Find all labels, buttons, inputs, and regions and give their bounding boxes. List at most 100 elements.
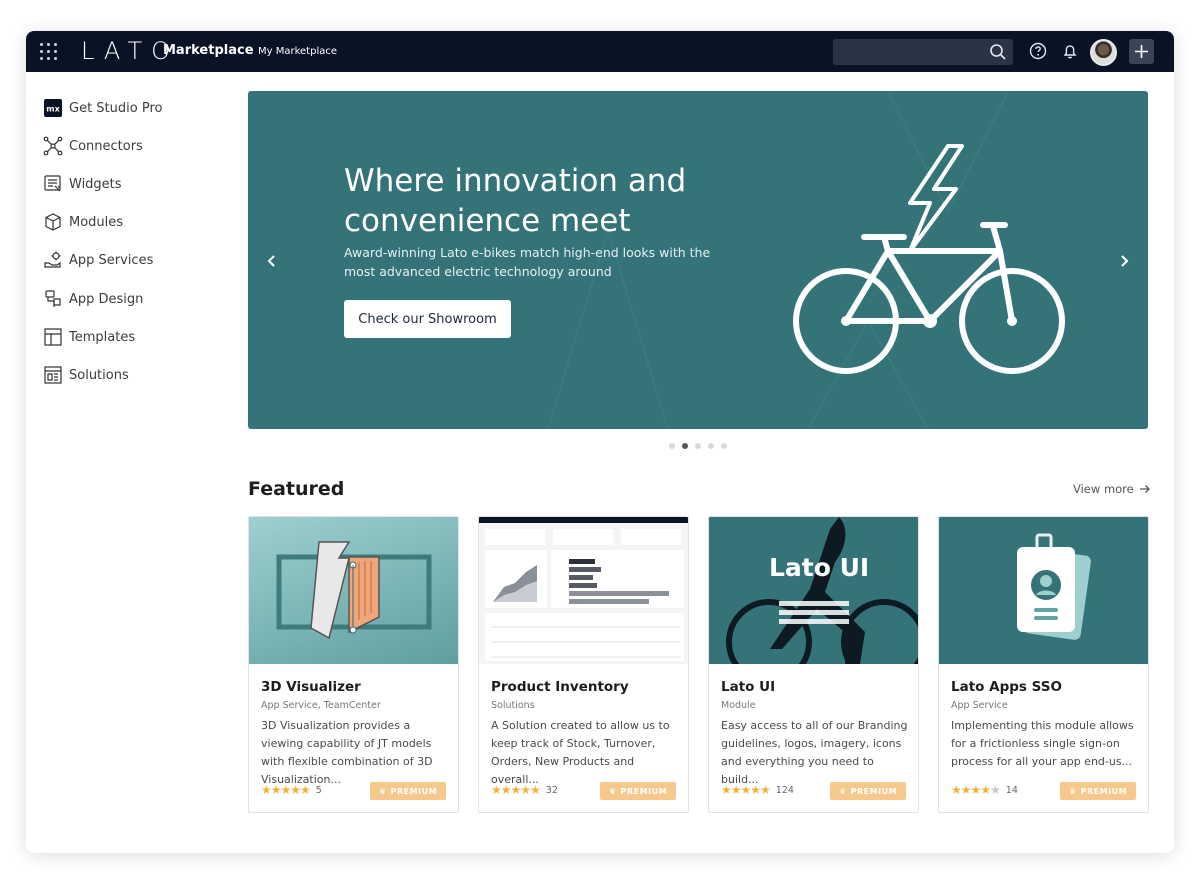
card-title: Lato Apps SSO <box>951 679 1062 695</box>
card-category: App Service <box>951 700 1008 711</box>
widgets-icon <box>42 173 64 195</box>
search-icon[interactable] <box>989 43 1007 61</box>
sidebar-item-modules[interactable]: Modules <box>42 209 123 235</box>
carousel-prev-button[interactable] <box>262 251 282 271</box>
star-icon: ★★★★★ <box>491 783 541 797</box>
carousel-next-button[interactable] <box>1114 251 1134 271</box>
featured-heading: Featured <box>248 478 345 500</box>
hero-subtitle: Award-winning Lato e-bikes match high-en… <box>344 245 711 279</box>
card-rating: ★★★★★ 124 <box>721 783 794 797</box>
connectors-icon <box>42 135 64 157</box>
app-design-icon <box>42 288 64 310</box>
sidebar-item-label: Templates <box>69 329 136 345</box>
rating-count: 5 <box>315 784 322 796</box>
sidebar-item-templates[interactable]: Templates <box>42 324 135 350</box>
card-title: Product Inventory <box>491 679 629 695</box>
sidebar-item-connectors[interactable]: Connectors <box>42 133 143 159</box>
card-description: 3D Visualization provides a viewing capa… <box>261 719 433 786</box>
card-description: Easy access to all of our Branding guide… <box>721 719 908 786</box>
apps-grid-icon[interactable] <box>40 43 58 61</box>
product-card-product-inventory[interactable]: Product Inventory Solutions A Solution c… <box>478 516 689 813</box>
rating-count: 32 <box>545 784 558 796</box>
sidebar-item-solutions[interactable]: Solutions <box>42 362 129 388</box>
premium-badge: ♛ PREMIUM <box>370 782 446 800</box>
card-image <box>939 517 1148 664</box>
crown-icon: ♛ <box>1068 786 1077 796</box>
crown-icon: ♛ <box>608 786 617 796</box>
app-window: LATO Marketplace My Marketplace mx Get S… <box>26 31 1174 853</box>
chevron-right-icon <box>1121 255 1129 267</box>
card-title: Lato UI <box>721 679 776 695</box>
sidebar-item-label: Modules <box>69 214 124 230</box>
hero-banner: Where innovation and convenience meet Aw… <box>248 91 1148 429</box>
card-rating: ★★★★ ★ 14 <box>951 783 1018 797</box>
card-rating: ★★★★★ 5 <box>261 783 322 797</box>
carousel-dot[interactable] <box>721 443 727 449</box>
premium-label: PREMIUM <box>1080 786 1128 796</box>
premium-badge: ♛ PREMIUM <box>1060 782 1136 800</box>
premium-label: PREMIUM <box>620 786 668 796</box>
help-icon[interactable] <box>1029 42 1047 60</box>
sidebar-item-get-studio-pro[interactable]: mx Get Studio Pro <box>42 95 162 121</box>
top-navigation-bar: LATO Marketplace My Marketplace <box>26 31 1174 72</box>
card-category: Solutions <box>491 700 535 711</box>
crown-icon: ♛ <box>838 786 847 796</box>
card-category: App Service, TeamCenter <box>261 700 381 711</box>
crown-icon: ♛ <box>378 786 387 796</box>
premium-label: PREMIUM <box>850 786 898 796</box>
carousel-dot[interactable] <box>669 443 675 449</box>
sidebar: mx Get Studio Pro Connectors Widgets Mod… <box>26 72 236 853</box>
sidebar-item-label: App Services <box>69 252 154 268</box>
carousel-indicators <box>669 443 727 449</box>
solutions-icon <box>42 364 64 386</box>
ebike-illustration-icon <box>793 144 1065 374</box>
product-card-lato-apps-sso[interactable]: Lato Apps SSO App Service Implementing t… <box>938 516 1149 813</box>
hero-title: Where innovation and convenience meet <box>344 163 687 239</box>
bell-icon[interactable] <box>1061 42 1079 60</box>
marketplace-link[interactable]: Marketplace <box>163 43 254 58</box>
mx-logo-icon: mx <box>42 97 64 119</box>
app-services-icon <box>42 249 64 271</box>
star-icon: ★★★★★ <box>261 783 311 797</box>
rating-count: 124 <box>775 784 794 796</box>
star-empty-icon: ★ <box>990 783 1001 797</box>
card-category: Module <box>721 700 756 711</box>
add-button[interactable] <box>1129 39 1154 64</box>
star-icon: ★★★★ <box>951 783 991 797</box>
star-icon: ★★★★★ <box>721 783 771 797</box>
check-showroom-button[interactable]: Check our Showroom <box>344 300 511 338</box>
product-card-lato-ui[interactable]: Lato UI Lato UI Module Easy access to al… <box>708 516 919 813</box>
avatar[interactable] <box>1090 39 1117 66</box>
sidebar-item-label: Connectors <box>69 138 143 154</box>
card-image: Lato UI <box>709 517 918 664</box>
plus-icon <box>1135 45 1148 58</box>
carousel-dot[interactable] <box>708 443 714 449</box>
sidebar-item-label: App Design <box>69 291 144 307</box>
chevron-left-icon <box>267 255 275 267</box>
card-image <box>479 517 688 664</box>
view-more-label: View more <box>1073 482 1134 496</box>
sidebar-item-widgets[interactable]: Widgets <box>42 171 122 197</box>
sidebar-item-label: Solutions <box>69 367 129 383</box>
premium-badge: ♛ PREMIUM <box>600 782 676 800</box>
templates-icon <box>42 326 64 348</box>
card-description: A Solution created to allow us to keep t… <box>491 719 670 786</box>
carousel-dot-active[interactable] <box>682 443 688 449</box>
card-description: Implementing this module allows for a fr… <box>951 719 1134 768</box>
card-image <box>249 517 458 664</box>
rating-count: 14 <box>1005 784 1018 796</box>
product-card-3d-visualizer[interactable]: 3D Visualizer App Service, TeamCenter 3D… <box>248 516 459 813</box>
sidebar-item-app-design[interactable]: App Design <box>42 286 143 312</box>
card-title: 3D Visualizer <box>261 679 361 695</box>
sidebar-item-label: Get Studio Pro <box>69 100 163 116</box>
svg-text:mx: mx <box>46 105 60 114</box>
my-marketplace-link[interactable]: My Marketplace <box>258 46 337 57</box>
arrow-right-icon <box>1139 485 1150 493</box>
view-more-link[interactable]: View more <box>1073 482 1151 496</box>
search-input[interactable] <box>833 39 1013 65</box>
sidebar-item-label: Widgets <box>69 176 122 192</box>
carousel-dot[interactable] <box>695 443 701 449</box>
premium-label: PREMIUM <box>390 786 438 796</box>
card-rating: ★★★★★ 32 <box>491 783 558 797</box>
sidebar-item-app-services[interactable]: App Services <box>42 247 153 273</box>
